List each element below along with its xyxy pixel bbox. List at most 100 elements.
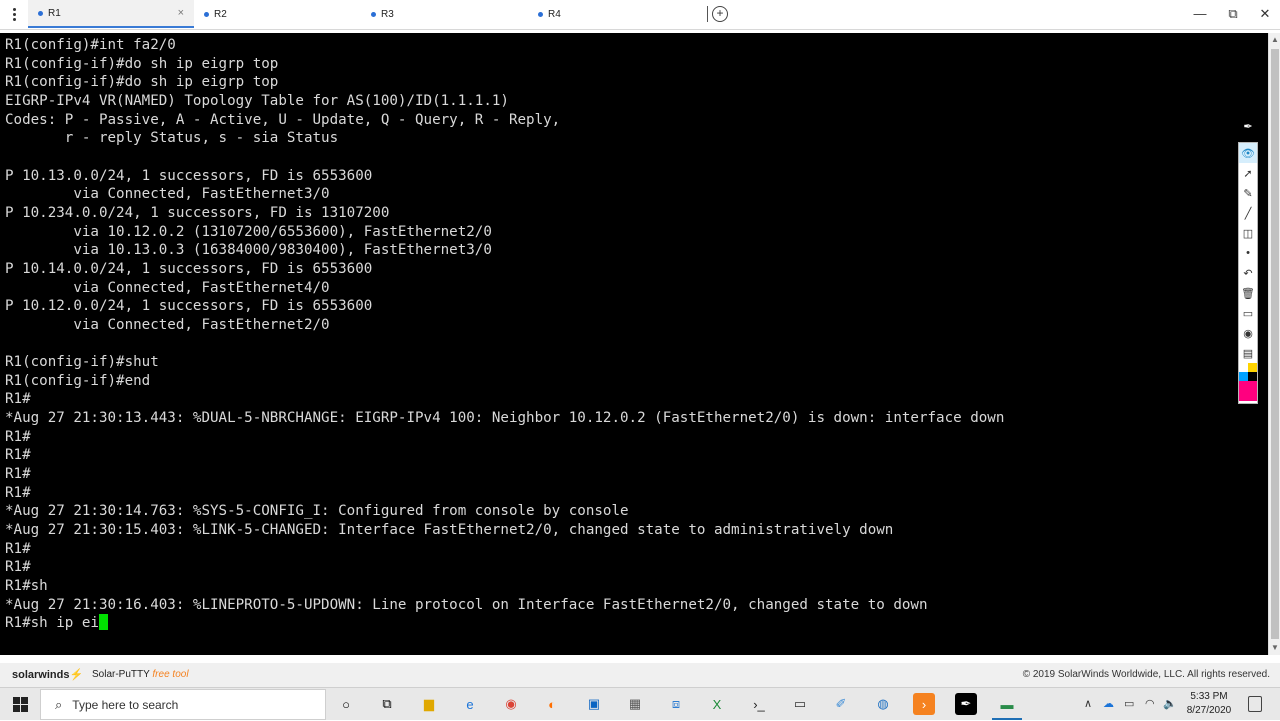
search-icon: ⌕ — [55, 696, 63, 712]
tab-divider — [707, 6, 708, 22]
restore-button[interactable]: ⧉ — [1223, 6, 1243, 22]
terminal-line: R1(config-if)#shut — [5, 354, 159, 371]
start-button[interactable] — [0, 688, 40, 721]
terminal-line: R1# — [5, 559, 31, 576]
tab-label: R2 — [214, 8, 227, 20]
session-dot-icon — [204, 11, 209, 17]
dot-icon[interactable]: • — [1239, 243, 1257, 263]
scroll-down-icon[interactable]: ▼ — [1270, 643, 1280, 653]
line-icon[interactable]: ╱ — [1239, 203, 1257, 223]
network-icon[interactable]: ⧈ — [665, 693, 687, 715]
pen-app-icon[interactable]: ✒ — [955, 693, 977, 715]
tab-label: R4 — [548, 8, 561, 20]
screen-recorder-icon[interactable]: ▬ — [992, 693, 1022, 720]
terminal-line: via Connected, FastEthernet2/0 — [73, 316, 330, 333]
terminal-line: R1# — [5, 391, 31, 408]
scroll-thumb[interactable] — [1271, 49, 1279, 639]
minimize-button[interactable]: — — [1190, 6, 1210, 21]
session-dot-icon — [38, 10, 43, 16]
terminal-line: P 10.13.0.0/24, 1 successors, FD is 6553… — [5, 167, 373, 184]
monitor-icon[interactable]: ▭ — [1124, 697, 1134, 710]
notification-icon[interactable] — [1248, 696, 1262, 712]
status-bar: solarwinds⚡ Solar-PuTTY free tool © 2019… — [0, 663, 1280, 687]
outlook-icon[interactable]: ▣ — [583, 693, 605, 715]
terminal-line: R1# — [5, 484, 31, 501]
menu-icon[interactable] — [0, 0, 28, 28]
tab-label: R3 — [381, 8, 394, 20]
terminal-line: via Connected, FastEthernet3/0 — [73, 186, 330, 203]
tab-r2[interactable]: R2 — [194, 0, 360, 28]
terminal-line: Codes: P - Passive, A - Active, U - Upda… — [5, 111, 561, 128]
close-tab-icon[interactable]: × — [178, 7, 184, 19]
tab-bar: R1 × R2 R3 R4 + — ⧉ ✕ — [0, 0, 1280, 30]
terminal-line: P 10.234.0.0/24, 1 successors, FD is 131… — [5, 204, 390, 221]
terminal-icon[interactable]: ›_ — [748, 693, 770, 715]
cloud-icon[interactable]: ☁ — [1103, 697, 1114, 710]
brand-logo: solarwinds⚡ — [12, 669, 84, 681]
clock-date: 8/27/2020 — [1186, 705, 1232, 716]
terminal-line: P 10.14.0.0/24, 1 successors, FD is 6553… — [5, 260, 373, 277]
session-dot-icon — [538, 11, 543, 17]
terminal-input-line[interactable]: R1#sh ip ei — [5, 615, 99, 631]
close-button[interactable]: ✕ — [1255, 6, 1275, 22]
terminal-line: R1(config-if)#do sh ip eigrp top — [5, 55, 279, 72]
search-box[interactable]: ⌕ Type here to search — [40, 689, 326, 720]
terminal-line: *Aug 27 21:30:15.403: %LINK-5-CHANGED: I… — [5, 522, 894, 539]
undo-icon[interactable]: ↶ — [1239, 263, 1257, 283]
notepad-icon[interactable]: ✐ — [830, 693, 852, 715]
clipboard-icon[interactable]: ▤ — [1239, 343, 1257, 363]
camera-icon[interactable]: ◉ — [1239, 323, 1257, 343]
windows-taskbar: ⌕ Type here to search ○ ⧉ ▆ e ◉ ◐ ▣ ▦ ⧈ … — [0, 687, 1280, 720]
calculator-icon[interactable]: ▦ — [624, 693, 646, 715]
terminal-line: R1#sh — [5, 578, 48, 595]
tab-r3[interactable]: R3 — [361, 0, 527, 28]
console-icon[interactable]: ▭ — [789, 693, 811, 715]
copyright-text: © 2019 SolarWinds Worldwide, LLC. All ri… — [1022, 669, 1270, 680]
edge-icon[interactable]: e — [459, 693, 481, 715]
clock-time: 5:33 PM — [1190, 691, 1228, 702]
cortana-icon[interactable]: ○ — [335, 693, 357, 715]
tab-r1[interactable]: R1 × — [28, 0, 194, 28]
terminal-output[interactable]: R1(config)#int fa2/0 R1(config-if)#do sh… — [0, 33, 1268, 655]
cursor — [98, 614, 108, 631]
terminal-line: EIGRP-IPv4 VR(NAMED) Topology Table for … — [5, 92, 509, 109]
solar-putty-icon[interactable]: › — [913, 693, 935, 715]
pen-icon[interactable]: ✒ — [1238, 117, 1258, 137]
scroll-up-icon[interactable]: ▲ — [1270, 35, 1280, 45]
terminal-line: via Connected, FastEthernet4/0 — [73, 279, 330, 296]
color-swatches[interactable] — [1239, 363, 1257, 403]
terminal-line: via 10.12.0.2 (13107200/6553600), FastEt… — [73, 223, 492, 240]
tab-r4[interactable]: R4 — [528, 0, 694, 28]
chevron-up-icon[interactable]: ∧ — [1084, 697, 1092, 710]
terminal-line: *Aug 27 21:30:13.443: %DUAL-5-NBRCHANGE:… — [5, 410, 1005, 427]
cursor-icon[interactable]: ➚ — [1239, 163, 1257, 183]
trash-icon[interactable]: 🗑 — [1239, 283, 1257, 303]
terminal-line: R1# — [5, 447, 31, 464]
wifi-icon[interactable]: ◠ — [1145, 697, 1155, 710]
task-view-icon[interactable]: ⧉ — [376, 693, 398, 715]
terminal-line: r - reply Status, s - sia Status — [64, 130, 339, 147]
terminal-text: R1(config)#int fa2/0 R1(config-if)#do sh… — [0, 33, 1268, 633]
terminal-line: R1(config)#int fa2/0 — [5, 37, 176, 53]
terminal-line: P 10.12.0.0/24, 1 successors, FD is 6553… — [5, 298, 373, 315]
eraser-icon[interactable]: ◫ — [1239, 223, 1257, 243]
clock[interactable]: 5:33 PM 8/27/2020 — [1185, 690, 1233, 718]
screen-icon[interactable]: ▭ — [1239, 303, 1257, 323]
terminal-line: via 10.13.0.3 (16384000/9830400), FastEt… — [73, 242, 492, 259]
app-icon[interactable]: ◍ — [872, 693, 894, 715]
eye-icon[interactable]: 👁 — [1239, 143, 1257, 163]
windows-icon — [12, 697, 28, 712]
volume-icon[interactable]: 🔈 — [1163, 697, 1177, 710]
terminal-line: R1# — [5, 540, 31, 557]
session-dot-icon — [371, 11, 376, 17]
scrollbar[interactable]: ▲ ▼ — [1268, 33, 1280, 655]
terminal-line: R1# — [5, 428, 31, 445]
file-explorer-icon[interactable]: ▆ — [418, 693, 440, 715]
firefox-icon[interactable]: ◐ — [541, 693, 563, 715]
highlighter-icon[interactable]: ✎ — [1239, 183, 1257, 203]
chrome-icon[interactable]: ◉ — [500, 693, 522, 715]
add-tab-icon[interactable]: + — [712, 6, 728, 22]
terminal-line: R1(config-if)#do sh ip eigrp top — [5, 74, 279, 91]
terminal-line: R1(config-if)#end — [5, 372, 151, 389]
excel-icon[interactable]: X — [706, 693, 728, 715]
